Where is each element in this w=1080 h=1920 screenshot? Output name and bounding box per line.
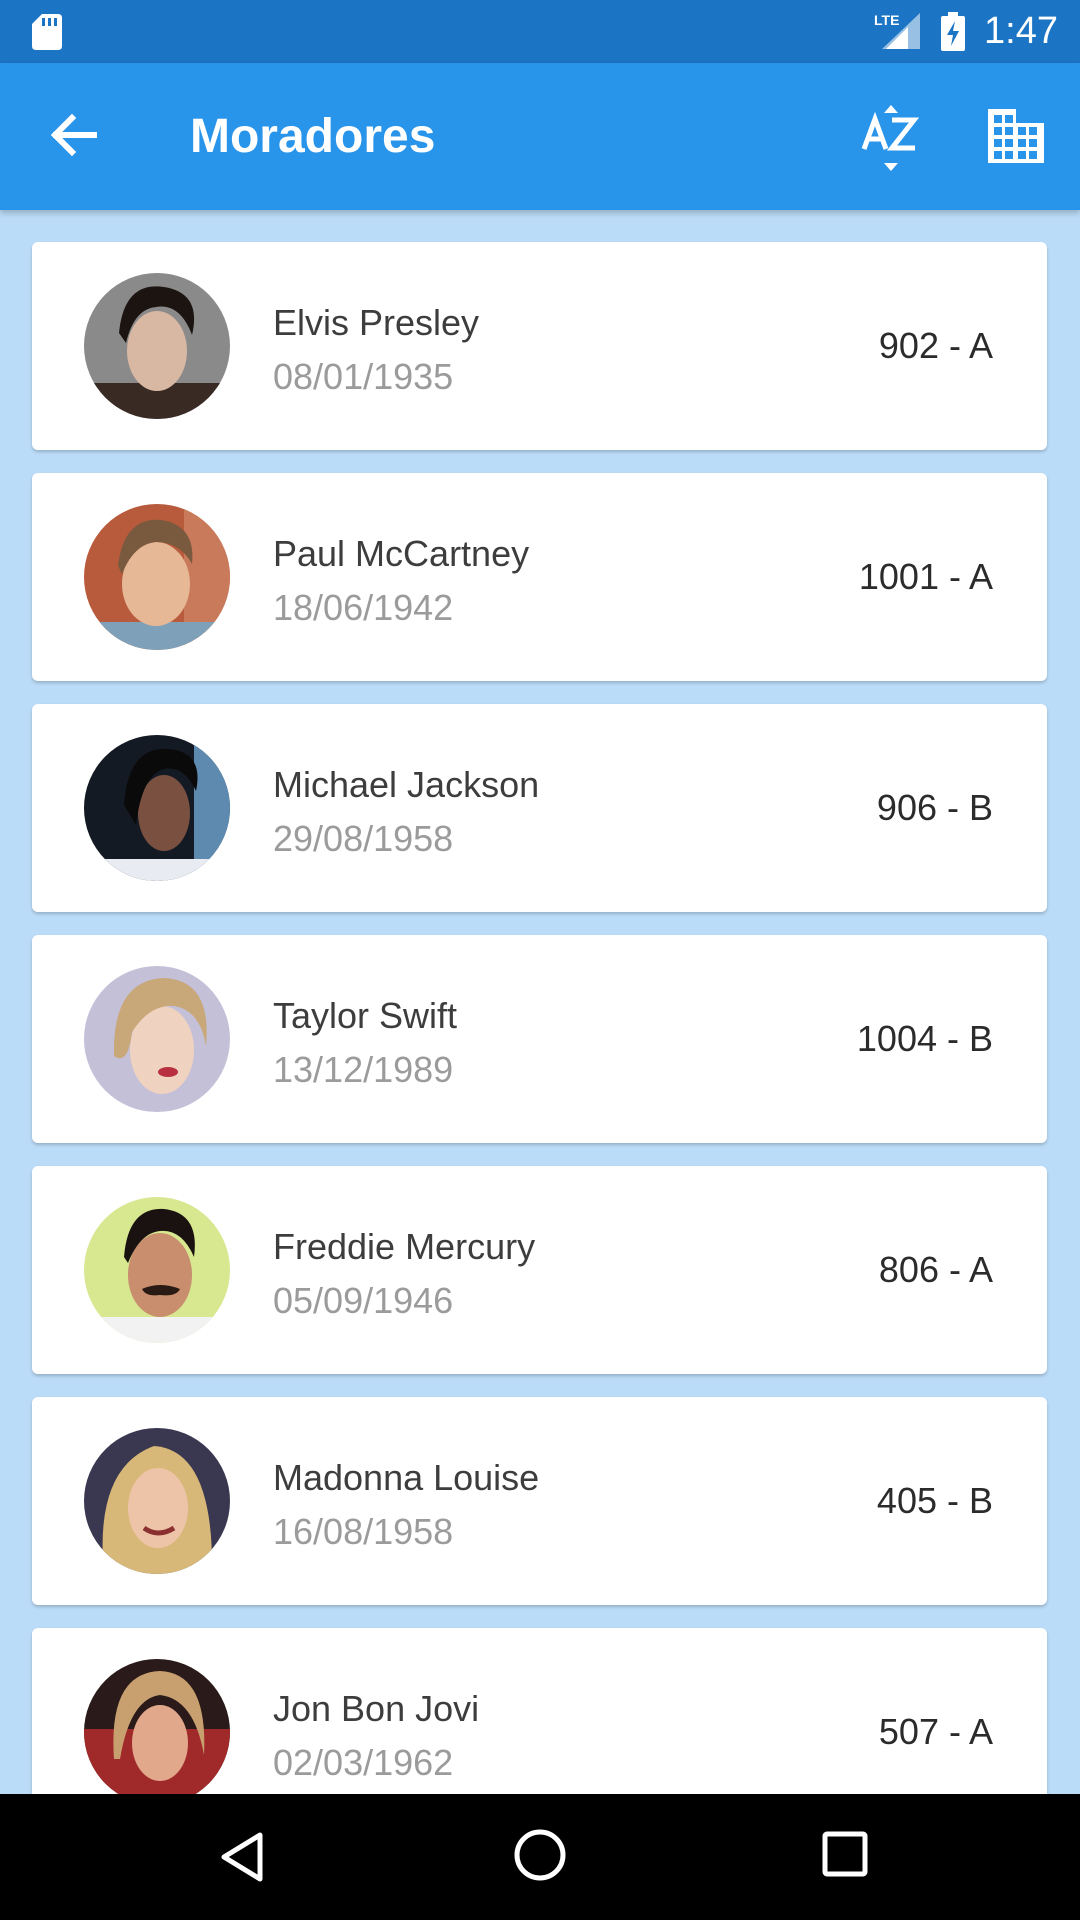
resident-birth-date: 05/09/1946 (273, 1280, 454, 1321)
system-nav-bar (0, 1794, 1080, 1920)
resident-name: Jon Bon Jovi (273, 1688, 480, 1729)
resident-unit: 902 - A (878, 325, 993, 366)
resident-birth-date: 13/12/1989 (273, 1049, 454, 1090)
status-bar: LTE 1:47 (0, 0, 1080, 63)
lte-label: LTE (874, 12, 899, 28)
back-arrow-icon (50, 113, 97, 157)
resident-unit: 806 - A (878, 1249, 993, 1290)
resident-name: Paul McCartney (273, 533, 530, 574)
resident-card[interactable]: Freddie Mercury 05/09/1946 806 - A (32, 1166, 1047, 1374)
sort-az-icon (861, 105, 920, 171)
residents-list[interactable]: Elvis Presley 08/01/1935 902 - A Paul Mc… (0, 210, 1080, 1794)
status-clock: 1:47 (984, 10, 1058, 52)
avatar (84, 966, 230, 1112)
nav-recents-icon (822, 1831, 868, 1877)
resident-card[interactable]: Madonna Louise 16/08/1958 405 - B (32, 1397, 1047, 1605)
battery-charging-icon (941, 12, 965, 51)
app-bar: Moradores (0, 63, 1080, 210)
resident-birth-date: 08/01/1935 (273, 356, 454, 397)
resident-birth-date: 02/03/1962 (273, 1742, 454, 1783)
nav-home-icon (514, 1829, 566, 1881)
resident-unit: 906 - B (876, 787, 993, 828)
resident-card[interactable]: Taylor Swift 13/12/1989 1004 - B (32, 935, 1047, 1143)
nav-recents-button[interactable] (820, 1829, 870, 1879)
avatar (84, 1197, 230, 1343)
resident-card[interactable]: Michael Jackson 29/08/1958 906 - B (32, 704, 1047, 912)
resident-unit: 507 - A (878, 1711, 993, 1752)
resident-unit: 405 - B (876, 1480, 993, 1521)
avatar (84, 273, 230, 419)
sort-alphabetical-button[interactable] (858, 103, 924, 173)
signal-lte-icon: LTE (874, 12, 920, 49)
avatar (84, 735, 230, 881)
nav-back-icon (221, 1832, 263, 1882)
building-icon (988, 109, 1044, 163)
resident-card[interactable]: Jon Bon Jovi 02/03/1962 507 - A (32, 1628, 1047, 1794)
avatar (84, 1428, 230, 1574)
building-filter-button[interactable] (988, 109, 1044, 163)
nav-back-button[interactable] (212, 1827, 272, 1887)
resident-card[interactable]: Paul McCartney 18/06/1942 1001 - A (32, 473, 1047, 681)
page-title: Moradores (190, 110, 436, 163)
avatar (84, 504, 230, 650)
resident-birth-date: 18/06/1942 (273, 587, 454, 628)
back-button[interactable] (42, 103, 106, 167)
avatar (84, 1659, 230, 1794)
resident-name: Elvis Presley (273, 302, 480, 343)
resident-unit: 1004 - B (856, 1018, 993, 1059)
resident-birth-date: 16/08/1958 (273, 1511, 454, 1552)
resident-birth-date: 29/08/1958 (273, 818, 454, 859)
resident-card[interactable]: Elvis Presley 08/01/1935 902 - A (32, 242, 1047, 450)
resident-name: Madonna Louise (273, 1457, 540, 1498)
resident-name: Michael Jackson (273, 764, 540, 805)
resident-name: Taylor Swift (273, 995, 458, 1036)
resident-name: Freddie Mercury (273, 1226, 536, 1267)
sd-card-icon (32, 14, 62, 50)
nav-home-button[interactable] (512, 1827, 568, 1883)
resident-unit: 1001 - A (858, 556, 993, 597)
